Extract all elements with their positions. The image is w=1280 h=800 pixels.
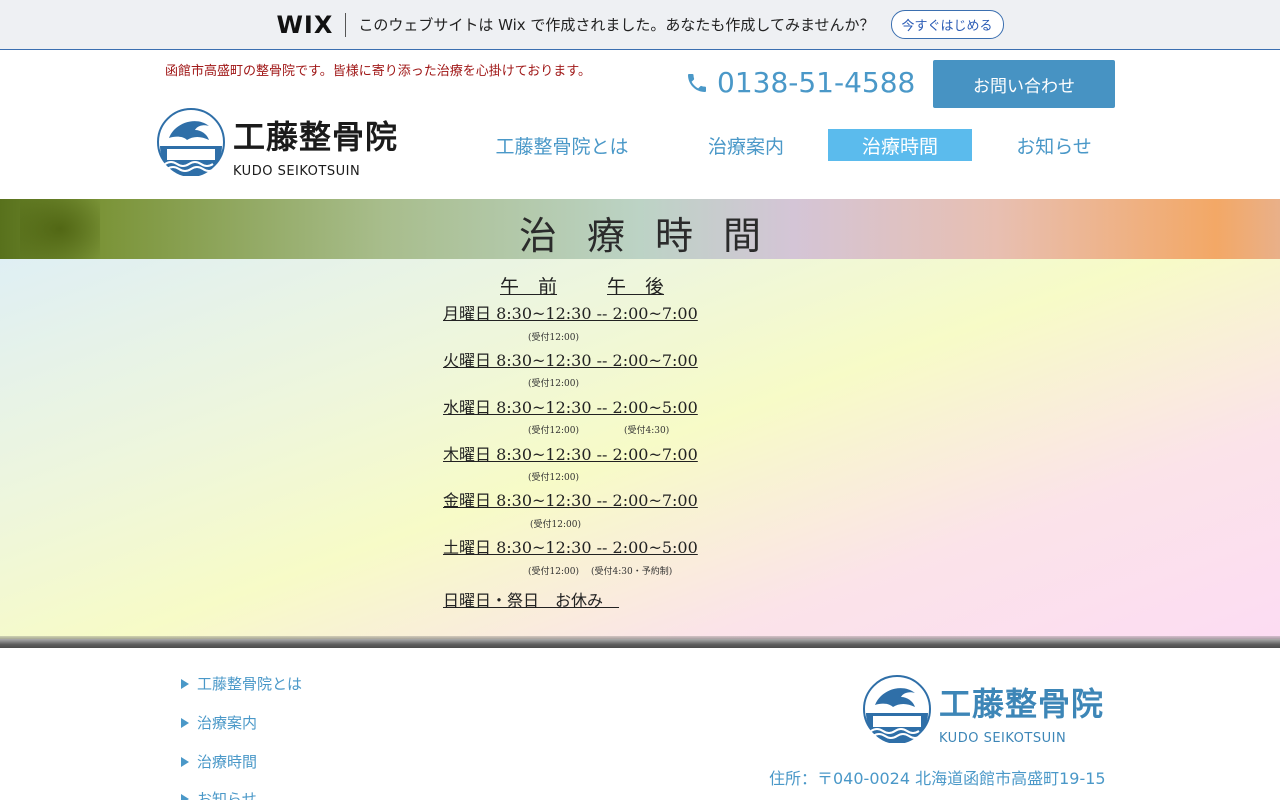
nav-item-hours[interactable]: 治療時間 — [828, 129, 972, 161]
schedule-note-am: (受付12:00) — [528, 473, 579, 483]
schedule-row-thu: 木曜日 8:30~12:30 -- 2:00~7:00 — [443, 445, 698, 464]
triangle-right-icon — [181, 793, 189, 800]
schedule-note-am: (受付12:00) — [528, 567, 579, 577]
footer-link-label: 治療時間 — [197, 753, 258, 771]
footer-link-label: 工藤整骨院とは — [197, 675, 303, 693]
nav-item-treatment[interactable]: 治療案内 — [688, 129, 804, 161]
footer-logo[interactable]: 工藤整骨院 KUDO SEIKOTSUIN — [863, 675, 1104, 746]
banner-divider — [345, 12, 347, 37]
nav-item-news[interactable]: お知らせ — [996, 129, 1112, 161]
schedule-note-pm: (受付4:30) — [624, 426, 670, 436]
footer-link-about[interactable]: 工藤整骨院とは — [181, 673, 302, 694]
section-divider — [0, 636, 1280, 648]
phone-icon — [688, 73, 706, 92]
wix-banner: WIX このウェブサイトは Wix で作成されました。あなたも作成してみませんか… — [0, 0, 1280, 50]
schedule-row-wed: 水曜日 8:30~12:30 -- 2:00~5:00 — [443, 398, 698, 417]
triangle-right-icon — [181, 717, 189, 728]
schedule-header-pm: 午 後 — [607, 276, 665, 298]
schedule-row-mon: 月曜日 8:30~12:30 -- 2:00~7:00 — [443, 304, 698, 323]
schedule-note-am: (受付12:00) — [528, 333, 579, 343]
triangle-right-icon — [181, 678, 189, 689]
wix-start-button[interactable]: 今すぐはじめる — [890, 10, 1004, 39]
footer-logo-name-en: KUDO SEIKOTSUIN — [939, 731, 1067, 746]
schedule-row-sat: 土曜日 8:30~12:30 -- 2:00~5:00 — [443, 538, 698, 557]
schedule-note-am: (受付12:00) — [530, 520, 581, 530]
page-title-band: 治療時間 — [0, 199, 1280, 259]
schedule-header-am: 午 前 — [500, 276, 558, 298]
phone-number[interactable]: 0138-51-4588 — [685, 66, 915, 99]
site-logo[interactable]: 工藤整骨院 KUDO SEIKOTSUIN — [157, 108, 398, 179]
footer-logo-name-jp: 工藤整骨院 — [939, 685, 1105, 723]
page-title: 治療時間 — [518, 214, 791, 258]
footer-link-label: お知らせ — [197, 790, 257, 800]
footer-link-news[interactable]: お知らせ — [181, 788, 257, 800]
schedule-row-closed: 日曜日・祭日 お休み — [443, 591, 620, 610]
logo-name-jp: 工藤整骨院 — [233, 118, 399, 156]
phone-number-text: 0138-51-4588 — [717, 66, 916, 99]
nav-item-about[interactable]: 工藤整骨院とは — [480, 129, 644, 161]
wix-banner-message: このウェブサイトは Wix で作成されました。あなたも作成してみませんか？ — [358, 16, 875, 34]
schedule-note-pm: (受付4:30・予約制) — [591, 567, 673, 577]
dolphin-logo-icon — [863, 675, 931, 743]
schedule-row-fri: 金曜日 8:30~12:30 -- 2:00~7:00 — [443, 491, 698, 510]
dolphin-logo-icon — [157, 108, 225, 176]
footer-link-hours[interactable]: 治療時間 — [181, 751, 257, 772]
wix-logo[interactable]: WIX — [276, 11, 333, 39]
schedule-note-am: (受付12:00) — [528, 426, 579, 436]
logo-name-en: KUDO SEIKOTSUIN — [233, 164, 361, 179]
footer-address: 住所：〒040-0024 北海道函館市高盛町19-15 — [769, 769, 1106, 788]
schedule-note-am: (受付12:00) — [528, 379, 579, 389]
contact-button[interactable]: お問い合わせ — [933, 60, 1115, 108]
schedule-row-tue: 火曜日 8:30~12:30 -- 2:00~7:00 — [443, 351, 698, 370]
triangle-right-icon — [181, 756, 189, 767]
header-tagline: 函館市高盛町の整骨院です。皆様に寄り添った治療を心掛けております。 — [165, 64, 592, 79]
footer-link-label: 治療案内 — [197, 714, 258, 732]
footer-link-treatment[interactable]: 治療案内 — [181, 712, 257, 733]
